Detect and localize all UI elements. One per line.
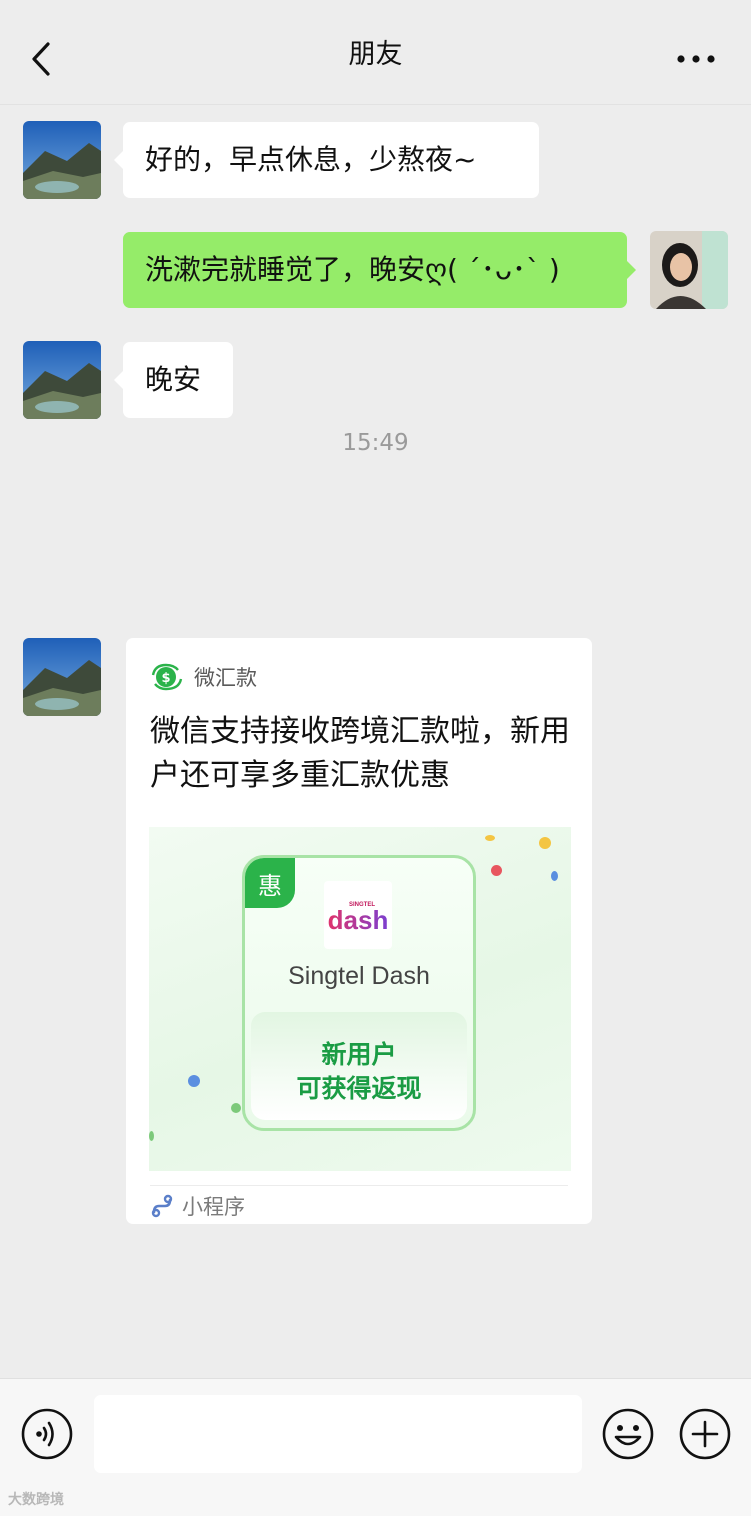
promo-offer-line2: 可获得返现 (296, 1074, 422, 1103)
remittance-icon: $ (151, 663, 183, 691)
message-bubble-sent[interactable]: 洗漱完就睡觉了，晚安ღ( ´･ᴗ･` ) (123, 232, 636, 308)
my-avatar-image (650, 231, 728, 309)
mini-program-icon (151, 1194, 173, 1218)
message-text: 好的，早点休息，少熬夜~ (145, 143, 477, 176)
more-button[interactable] (671, 42, 721, 76)
confetti-dot (149, 1131, 154, 1141)
card-banner-image: 惠 SINGTEL dash Singtel Dash 新用户 可获得返现 (149, 827, 571, 1171)
mini-program-card[interactable]: $ 微汇款 微信支持接收跨境汇款啦，新用户还可享多重汇款优惠 惠 SINGTEL… (126, 638, 592, 1224)
card-footer: 小程序 (150, 1191, 245, 1221)
message-bubble-received[interactable]: 好的，早点休息，少熬夜~ (114, 122, 539, 198)
promo-offer-line1: 新用户 (321, 1040, 397, 1069)
confetti-dot (231, 1103, 241, 1113)
watermark: 大数跨境 (8, 1492, 64, 1508)
message-timestamp: 15:49 (342, 430, 409, 456)
confetti-dot (491, 865, 502, 876)
friend-avatar-image (23, 638, 101, 716)
confetti-dot (539, 837, 551, 849)
plus-icon (679, 1408, 731, 1460)
promo-offer-panel: 新用户 可获得返现 (251, 1012, 467, 1120)
card-footer-label: 小程序 (182, 1195, 245, 1219)
card-source-label: 微汇款 (194, 666, 257, 690)
friend-avatar-image (23, 341, 101, 419)
more-functions-button[interactable] (678, 1407, 732, 1461)
friend-avatar[interactable] (23, 341, 101, 419)
voice-icon (21, 1408, 73, 1460)
promo-badge: 惠 (245, 858, 295, 908)
friend-avatar[interactable] (23, 121, 101, 199)
card-source: $ 微汇款 (150, 662, 257, 692)
confetti-dot (551, 871, 558, 881)
confetti-dot (485, 835, 495, 841)
my-avatar[interactable] (650, 231, 728, 309)
svg-text:$: $ (161, 671, 170, 686)
input-bar: 大数跨境 (0, 1378, 751, 1516)
top-bar: 朋友 (0, 0, 751, 105)
promo-card: 惠 SINGTEL dash Singtel Dash 新用户 可获得返现 (242, 855, 476, 1131)
card-divider (150, 1185, 568, 1186)
singtel-dash-logo: SINGTEL dash (324, 881, 392, 949)
emoji-icon (602, 1408, 654, 1460)
card-title: 微信支持接收跨境汇款啦，新用户还可享多重汇款优惠 (150, 714, 570, 793)
message-text: 晚安 (145, 363, 202, 396)
more-dots-icon (677, 55, 715, 63)
friend-avatar[interactable] (23, 638, 101, 716)
promo-offer-text: 新用户 可获得返现 (251, 1038, 467, 1106)
emoji-button[interactable] (601, 1407, 655, 1461)
chat-title: 朋友 (348, 39, 403, 70)
message-input[interactable] (94, 1395, 582, 1473)
friend-avatar-image (23, 121, 101, 199)
svg-text:dash: dash (328, 905, 389, 935)
promo-brand-name: Singtel Dash (288, 962, 430, 990)
message-text: 洗漱完就睡觉了，晚安ღ( ´･ᴗ･` ) (145, 253, 560, 286)
confetti-dot (188, 1075, 200, 1087)
message-bubble-received[interactable]: 晚安 (114, 342, 233, 418)
voice-button[interactable] (20, 1407, 74, 1461)
